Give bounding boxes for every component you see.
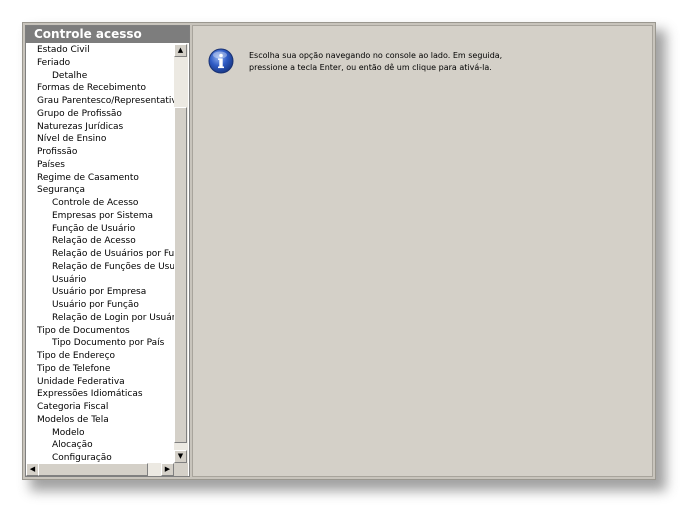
tree-item[interactable]: Configuração xyxy=(26,452,174,462)
navigation-panel: Controle acesso Estado Civil Feriado Detal… xyxy=(25,25,190,477)
tree-item[interactable]: Nível de Ensino xyxy=(26,133,174,146)
tree-item[interactable]: Tipo de Endereço xyxy=(26,350,174,363)
tree-item[interactable]: Usuário xyxy=(26,274,174,287)
info-message-line-2: pressione a tecla Enter, ou então dê um … xyxy=(249,63,492,72)
vertical-scroll-thumb[interactable] xyxy=(174,107,187,443)
console-window: Controle acesso Estado Civil Feriado Detal… xyxy=(22,22,656,480)
tree-item[interactable]: Usuário por Função xyxy=(26,299,174,312)
tree-item[interactable]: Relação de Funções de Usuários xyxy=(26,261,174,274)
tree-item[interactable]: Tipo de Documentos xyxy=(26,325,174,338)
tree-item[interactable]: Usuário por Empresa xyxy=(26,286,174,299)
tree-item[interactable]: Grau Parentesco/Representatividade xyxy=(26,95,174,108)
navigation-tree: Estado Civil Feriado Detalhe Formas de Rece… xyxy=(26,44,174,462)
tree-item[interactable]: Relação de Usuários por Função xyxy=(26,248,174,261)
panel-title: Controle acesso xyxy=(26,26,189,43)
content-panel: Escolha sua opção navegando no console a… xyxy=(192,25,653,477)
tree-item[interactable]: Relação de Login por Usuário xyxy=(26,312,174,325)
scroll-up-arrow-icon[interactable]: ▲ xyxy=(174,44,187,57)
tree-item[interactable]: Tipo de Telefone xyxy=(26,363,174,376)
horizontal-scroll-thumb[interactable] xyxy=(38,463,148,476)
tree-item[interactable]: Controle de Acesso xyxy=(26,197,174,210)
tree-item[interactable]: Regime de Casamento xyxy=(26,172,174,185)
tree-item[interactable]: Alocação xyxy=(26,439,174,452)
scroll-down-arrow-icon[interactable]: ▼ xyxy=(174,450,187,463)
tree-item[interactable]: Naturezas Jurídicas xyxy=(26,121,174,134)
tree-item[interactable]: Modelos de Tela xyxy=(26,414,174,427)
horizontal-scrollbar[interactable]: ◀ ▶ xyxy=(26,463,174,476)
tree-item[interactable]: Unidade Federativa xyxy=(26,376,174,389)
tree-item[interactable]: Grupo de Profissão xyxy=(26,108,174,121)
tree-item[interactable]: Feriado xyxy=(26,57,174,70)
tree-item[interactable]: Tipo Documento por País xyxy=(26,337,174,350)
tree-item[interactable]: Formas de Recebimento xyxy=(26,82,174,95)
tree-item[interactable]: Expressões Idiomáticas xyxy=(26,388,174,401)
info-message-line-1: Escolha sua opção navegando no console a… xyxy=(249,51,503,60)
vertical-scrollbar[interactable]: ▲ ▼ xyxy=(174,44,188,463)
tree-item[interactable]: Detalhe xyxy=(26,70,174,83)
tree-item[interactable]: Países xyxy=(26,159,174,172)
tree-item[interactable]: Estado Civil xyxy=(26,44,174,57)
tree-item[interactable]: Empresas por Sistema xyxy=(26,210,174,223)
tree-item[interactable]: Segurança xyxy=(26,184,174,197)
tree-item[interactable]: Modelo xyxy=(26,427,174,440)
tree-item[interactable]: Profissão xyxy=(26,146,174,159)
tree-item[interactable]: Relação de Acesso xyxy=(26,235,174,248)
tree-item[interactable]: Função de Usuário xyxy=(26,223,174,236)
scroll-right-arrow-icon[interactable]: ▶ xyxy=(161,463,174,476)
info-icon xyxy=(208,48,234,74)
scrollbar-corner xyxy=(174,463,188,476)
tree-item[interactable]: Categoria Fiscal xyxy=(26,401,174,414)
info-message: Escolha sua opção navegando no console a… xyxy=(249,50,502,74)
